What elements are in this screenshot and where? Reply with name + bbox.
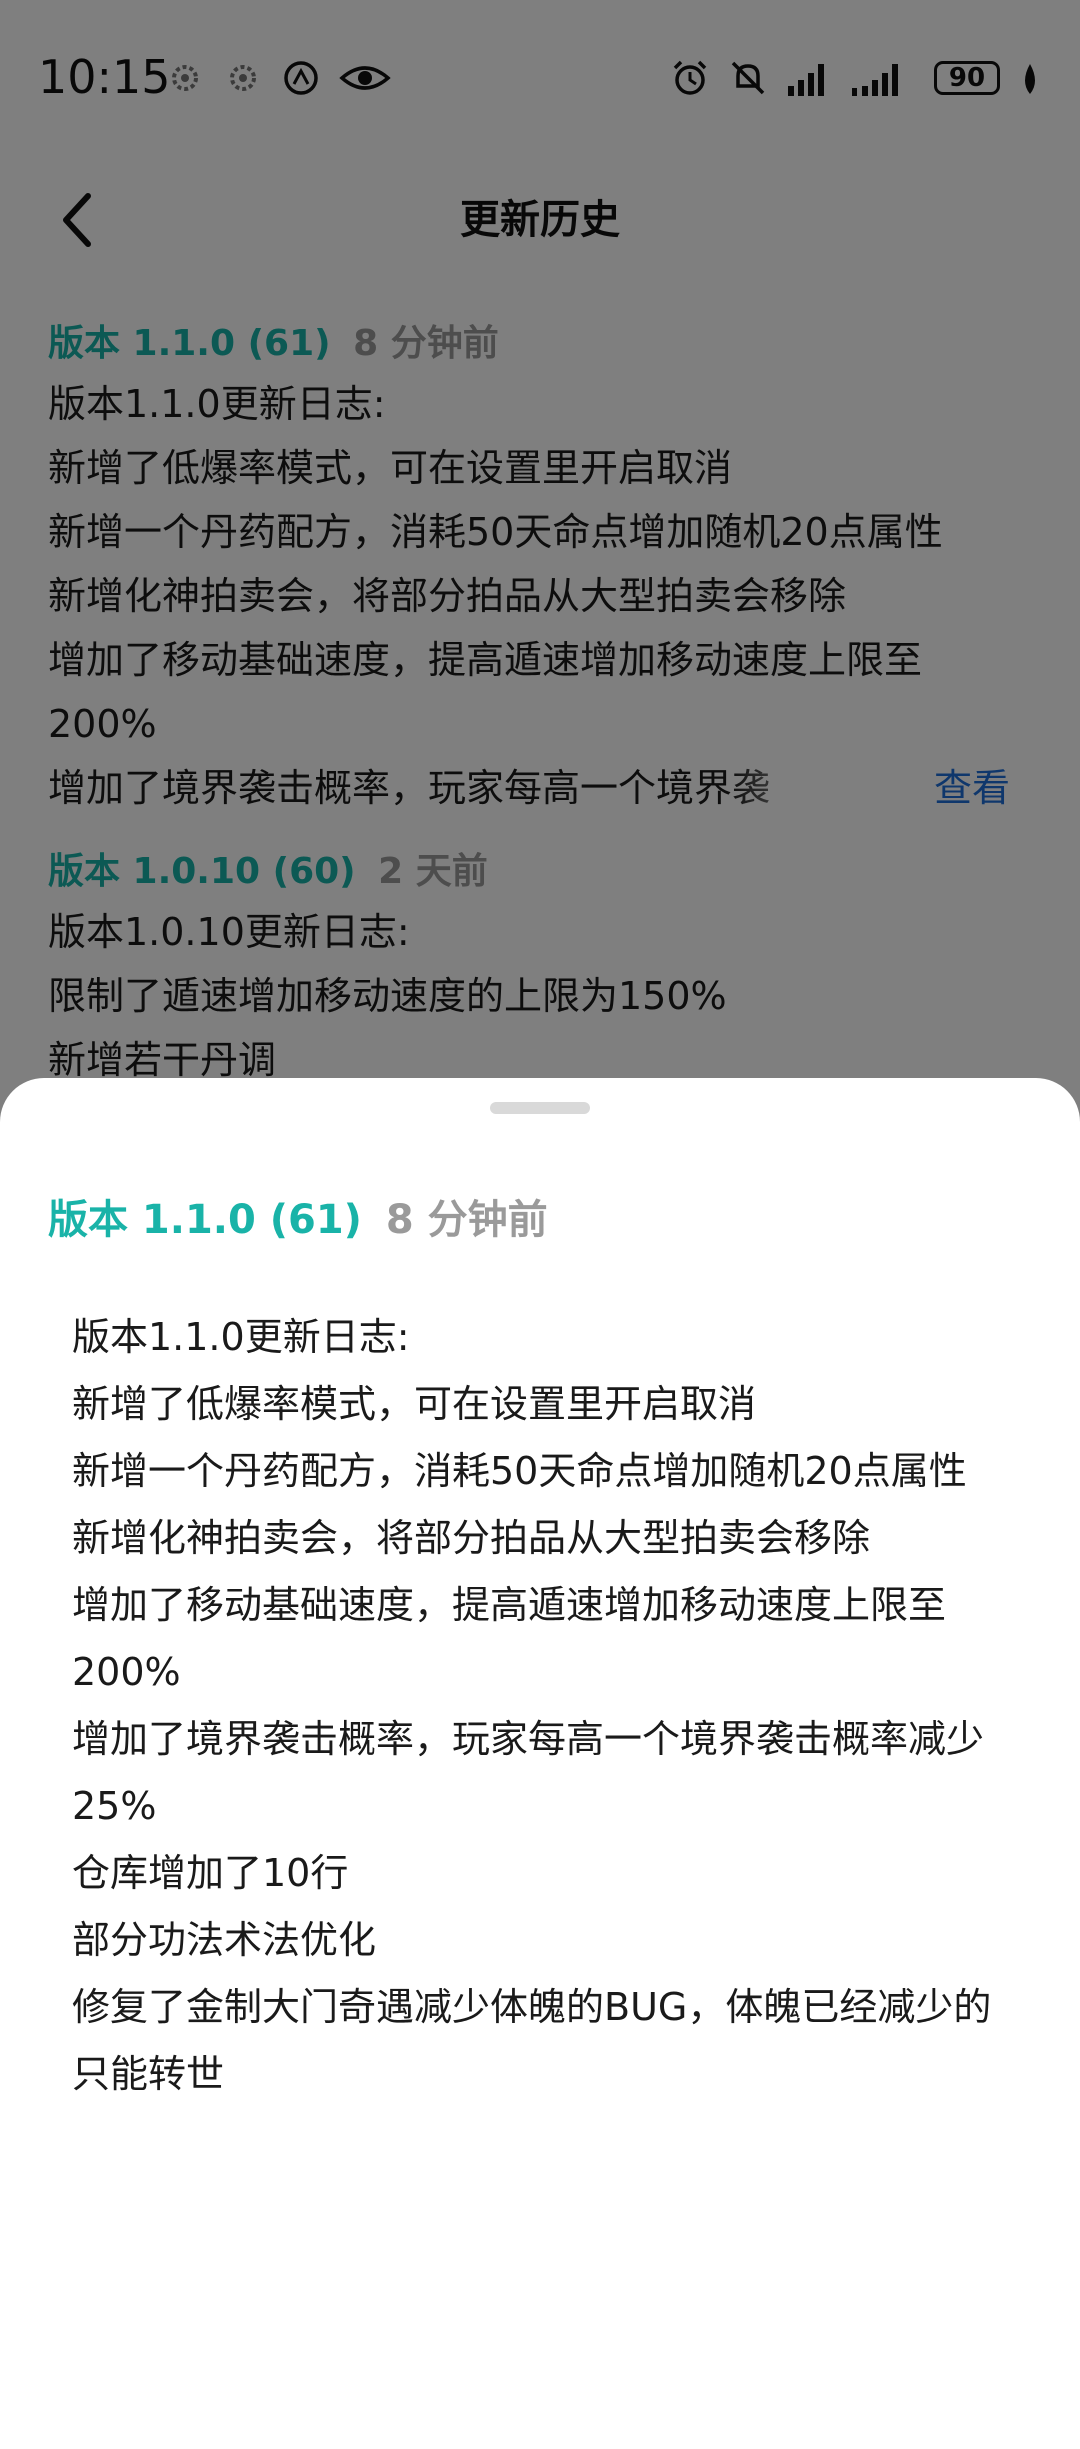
changelog-line: 增加了境界袭击概率，玩家每高一个境界袭击概率减少25% (72, 1717, 985, 1828)
version-time: 8 分钟前 (385, 1197, 548, 1243)
changelog-line: 新增一个丹药配方，消耗50天命点增加随机20点属性 (72, 1449, 967, 1493)
version-number: 版本 1.1.0 (61) (48, 1197, 362, 1243)
changelog-line: 部分功法术法优化 (72, 1918, 377, 1962)
sheet-version-heading: 版本 1.1.0 (61) 8 分钟前 (48, 1190, 548, 1250)
changelog-body: 版本1.1.0更新日志: 新增了低爆率模式，可在设置里开启取消 新增一个丹药配方… (72, 1304, 1012, 2108)
drag-handle[interactable] (490, 1102, 590, 1114)
changelog-line: 增加了移动基础速度，提高遁速增加移动速度上限至200% (72, 1583, 947, 1694)
changelog-line: 新增化神拍卖会，将部分拍品从大型拍卖会移除 (72, 1516, 871, 1560)
changelog-bottom-sheet: 版本 1.1.0 (61) 8 分钟前 版本1.1.0更新日志: 新增了低爆率模… (0, 1078, 1080, 2449)
changelog-line: 仓库增加了10行 (72, 1851, 349, 1895)
changelog-line: 修复了金制大门奇遇减少体魄的BUG，体魄已经减少的只能转世 (72, 1985, 992, 2096)
changelog-line: 版本1.1.0更新日志: (72, 1315, 410, 1359)
changelog-line: 新增了低爆率模式，可在设置里开启取消 (72, 1382, 757, 1426)
